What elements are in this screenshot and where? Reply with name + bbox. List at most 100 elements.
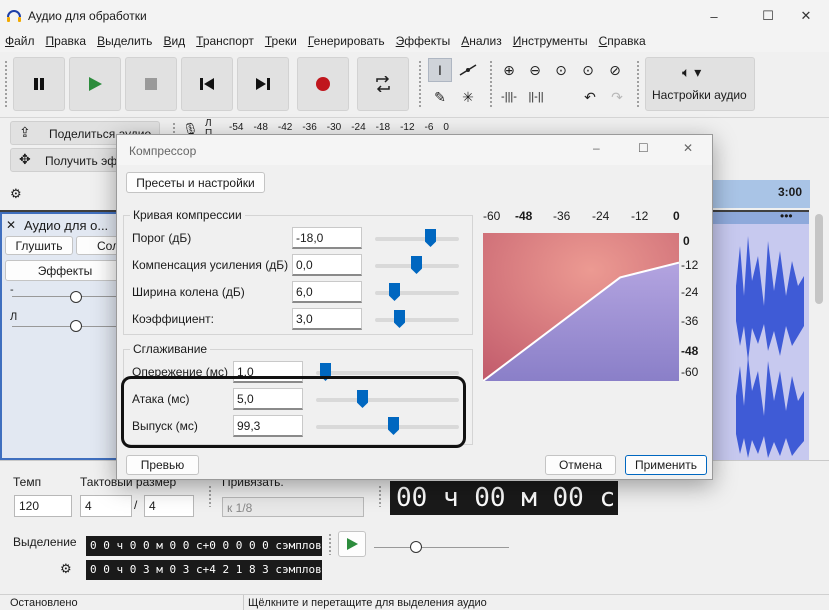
- zoom-out-button[interactable]: ⊖: [523, 58, 547, 82]
- toolbar-grip[interactable]: [328, 533, 332, 555]
- selection-end-field[interactable]: 0 0 ч 0 3 м 0 3 с+4 2 1 8 3 сэмплов: [86, 560, 322, 580]
- tempo-label: Темп: [13, 475, 42, 489]
- cancel-button[interactable]: Отмена: [545, 455, 616, 475]
- time-signature-numerator[interactable]: 4: [80, 495, 132, 517]
- knee-width-slider[interactable]: [375, 291, 459, 295]
- graph-top-tick: -48: [515, 209, 533, 223]
- pan-slider-track[interactable]: [12, 326, 122, 327]
- minimize-button[interactable]: –: [691, 0, 737, 32]
- menu-file[interactable]: Файл: [0, 32, 41, 52]
- undo-button[interactable]: ↶: [578, 85, 602, 109]
- menu-transport[interactable]: Транспорт: [191, 32, 260, 52]
- toolbar-grip[interactable]: [418, 60, 422, 108]
- ratio-slider[interactable]: [375, 318, 459, 322]
- envelope-tool-button[interactable]: [456, 58, 480, 82]
- pause-button[interactable]: [13, 57, 65, 111]
- pan-slider-thumb[interactable]: [70, 320, 82, 332]
- threshold-input[interactable]: -18,0: [292, 227, 362, 249]
- trim-button[interactable]: -|||-: [497, 85, 521, 109]
- menu-generate[interactable]: Генерировать: [303, 32, 391, 52]
- menu-bar: Файл Правка Выделить Вид Транспорт Треки…: [0, 32, 829, 52]
- mute-button[interactable]: Глушить: [5, 236, 73, 255]
- smoothing-label: Сглаживание: [130, 342, 211, 356]
- toolbar-grip[interactable]: [636, 60, 640, 108]
- audio-settings-label: Настройки аудио: [652, 88, 747, 102]
- toolbar-grip[interactable]: [208, 485, 212, 507]
- play-button[interactable]: [69, 57, 121, 111]
- dialog-minimize-icon[interactable]: –: [593, 141, 600, 155]
- selection-gear-icon[interactable]: ⚙: [60, 561, 72, 577]
- silence-button[interactable]: ||-||: [524, 85, 548, 109]
- play-at-speed-button[interactable]: [338, 531, 366, 557]
- skip-end-button[interactable]: [237, 57, 289, 111]
- threshold-slider[interactable]: [375, 237, 459, 241]
- menu-select[interactable]: Выделить: [92, 32, 158, 52]
- tempo-input[interactable]: 120: [14, 495, 72, 517]
- menu-help[interactable]: Справка: [594, 32, 652, 52]
- preview-button[interactable]: Превью: [126, 455, 199, 475]
- draw-tool-button[interactable]: ✎: [428, 85, 452, 109]
- menu-analyze[interactable]: Анализ: [456, 32, 508, 52]
- status-divider: [243, 595, 244, 610]
- selection-tool-button[interactable]: I: [428, 58, 452, 82]
- audio-settings-button[interactable]: 🔈︎ ▾ Настройки аудио: [645, 57, 755, 111]
- close-button[interactable]: ✕: [783, 0, 829, 32]
- play-speed-thumb[interactable]: [410, 541, 422, 553]
- apply-label: Применить: [634, 458, 697, 472]
- silence-icon: ||-||: [528, 91, 544, 103]
- mute-label: Глушить: [15, 238, 63, 253]
- redo-button[interactable]: ↷: [605, 85, 629, 109]
- waveform-clip[interactable]: •••: [706, 209, 809, 460]
- envelope-icon: [459, 64, 477, 76]
- play-speed-slider[interactable]: [374, 547, 509, 548]
- loop-button[interactable]: [357, 57, 409, 111]
- apply-button[interactable]: Применить: [625, 455, 707, 475]
- fit-selection-button[interactable]: ⊙: [549, 58, 573, 82]
- time-signature-separator: /: [134, 498, 138, 512]
- track-name[interactable]: Аудио для о...: [24, 218, 108, 233]
- toolbar-grip[interactable]: [378, 485, 382, 507]
- knee-width-input[interactable]: 6,0: [292, 281, 362, 303]
- clip-header[interactable]: •••: [706, 209, 809, 224]
- tempo-value: 120: [19, 499, 40, 513]
- dialog-title-bar[interactable]: Компрессор – ☐ ✕: [117, 135, 712, 165]
- zoom-in-button[interactable]: ⊕: [497, 58, 521, 82]
- lookahead-slider[interactable]: [316, 371, 459, 375]
- record-button[interactable]: [297, 57, 349, 111]
- menu-effects[interactable]: Эффекты: [391, 32, 457, 52]
- undo-icon: ↶: [584, 88, 596, 105]
- time-sig-den-value: 4: [149, 499, 156, 513]
- snap-select[interactable]: к 1/8: [222, 497, 364, 517]
- makeup-gain-input[interactable]: 0,0: [292, 254, 362, 276]
- gain-slider-track[interactable]: [12, 296, 122, 297]
- presets-button[interactable]: Пресеты и настройки: [126, 172, 265, 193]
- highlight-frame: [121, 376, 466, 448]
- menu-edit[interactable]: Правка: [41, 32, 93, 52]
- zoom-toggle-button[interactable]: ⊘: [603, 58, 627, 82]
- vertical-scrollbar[interactable]: [809, 208, 829, 460]
- toolbar-grip[interactable]: [4, 60, 8, 108]
- menu-tools[interactable]: Инструменты: [508, 32, 594, 52]
- audio-position-display[interactable]: 00 ч 00 м 00 с: [390, 481, 618, 515]
- clip-menu-icon[interactable]: •••: [780, 209, 793, 223]
- pan-label: Л: [10, 311, 18, 323]
- time-signature-denominator[interactable]: 4: [144, 495, 194, 517]
- gear-icon[interactable]: ⚙: [10, 186, 22, 202]
- ratio-input[interactable]: 3,0: [292, 308, 362, 330]
- stop-button[interactable]: [125, 57, 177, 111]
- toolbar-grip[interactable]: [489, 60, 493, 108]
- skip-start-button[interactable]: [181, 57, 233, 111]
- menu-tracks[interactable]: Треки: [260, 32, 303, 52]
- record-icon: [316, 77, 330, 91]
- effects-button[interactable]: Эффекты: [5, 260, 125, 281]
- close-track-icon[interactable]: ✕: [6, 218, 16, 232]
- menu-view[interactable]: Вид: [158, 32, 191, 52]
- scrollbar-thumb[interactable]: [815, 214, 823, 304]
- fit-project-button[interactable]: ⊙: [576, 58, 600, 82]
- multi-tool-button[interactable]: ✳: [456, 85, 480, 109]
- dialog-maximize-icon[interactable]: ☐: [638, 141, 649, 155]
- makeup-gain-label: Компенсация усиления (дБ): [132, 258, 289, 272]
- gain-slider-thumb[interactable]: [70, 291, 82, 303]
- dialog-close-icon[interactable]: ✕: [683, 141, 693, 155]
- selection-start-field[interactable]: 0 0 ч 0 0 м 0 0 с+0 0 0 0 0 сэмплов: [86, 536, 322, 556]
